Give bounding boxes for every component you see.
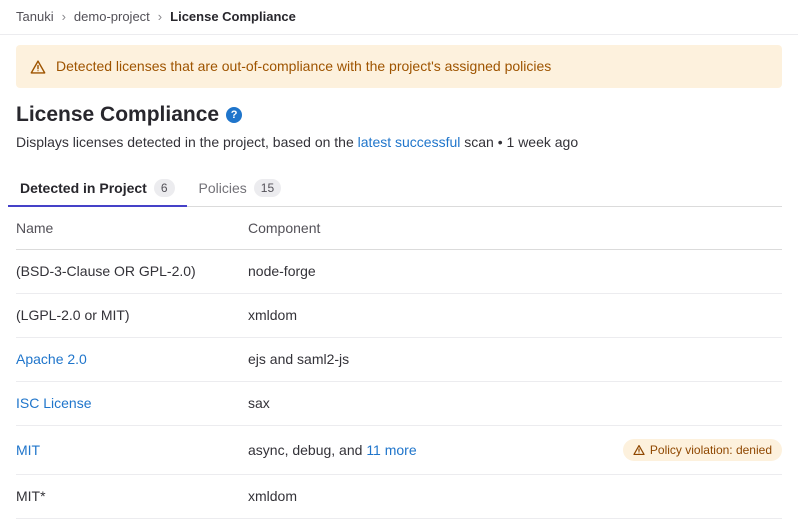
license-name-cell: (LGPL-2.0 or MIT) [16,294,248,338]
component-cell: ejs and saml2-js [248,338,623,382]
component-cell: sax [248,382,623,426]
license-name-cell: ISC License [16,382,248,426]
license-name-cell: MIT* [16,475,248,519]
component-cell: async, debug, and 11 more [248,426,623,475]
column-header-component: Component [248,207,623,250]
license-name-link[interactable]: ISC License [16,395,91,411]
tabs-bar: Detected in Project 6 Policies 15 [8,170,782,207]
license-name-cell: (BSD-3-Clause OR GPL-2.0) [16,250,248,294]
chevron-right-icon: › [62,9,66,25]
license-name-link[interactable]: MIT [16,442,40,458]
table-row: MIT* xmldom [16,475,782,519]
status-cell [623,250,782,294]
warning-triangle-icon [30,59,46,75]
tab-policies[interactable]: Policies 15 [187,170,294,207]
latest-successful-scan-link[interactable]: latest successful [358,134,461,150]
license-name-cell: MIT [16,426,248,475]
chevron-right-icon: › [158,9,162,25]
license-name-link[interactable]: Apache 2.0 [16,351,87,367]
page-description: Displays licenses detected in the projec… [16,132,782,152]
more-components-link[interactable]: 11 more [366,442,416,458]
tab-count-badge: 6 [154,179,175,197]
status-cell [623,475,782,519]
status-cell [623,294,782,338]
table-row: (BSD-3-Clause OR GPL-2.0) node-forge [16,250,782,294]
tab-label: Detected in Project [20,180,147,197]
table-header-row: Name Component [16,207,782,250]
breadcrumb-item-group[interactable]: Tanuki [16,9,54,25]
component-list-text: async, debug, and [248,442,366,458]
help-question-icon[interactable]: ? [226,107,242,123]
table-row: MIT async, debug, and 11 more Pol [16,426,782,475]
tab-label: Policies [199,180,247,197]
status-cell [623,382,782,426]
table-row: (LGPL-2.0 or MIT) xmldom [16,294,782,338]
table-row: Apache 2.0 ejs and saml2-js [16,338,782,382]
compliance-warning-banner: Detected licenses that are out-of-compli… [16,45,782,88]
licenses-table: Name Component (BSD-3-Clause OR GPL-2.0)… [16,207,782,519]
breadcrumb-item-current: License Compliance [170,9,296,25]
description-prefix: Displays licenses detected in the projec… [16,134,358,150]
policy-violation-badge-text: Policy violation: denied [650,442,772,458]
status-cell [623,338,782,382]
column-header-status [623,207,782,250]
page-title-text: License Compliance [16,102,219,127]
component-cell: node-forge [248,250,623,294]
page-title: License Compliance ? [16,102,782,127]
component-cell: xmldom [248,294,623,338]
breadcrumb: Tanuki › demo-project › License Complian… [0,0,798,35]
warning-banner-text: Detected licenses that are out-of-compli… [56,58,551,75]
license-name-cell: Apache 2.0 [16,338,248,382]
breadcrumb-item-project[interactable]: demo-project [74,9,150,25]
column-header-name: Name [16,207,248,250]
status-cell: Policy violation: denied [623,426,782,475]
warning-triangle-icon [633,444,645,456]
tab-detected-in-project[interactable]: Detected in Project 6 [8,170,187,207]
license-compliance-page: Detected licenses that are out-of-compli… [0,45,798,519]
component-cell: xmldom [248,475,623,519]
policy-violation-badge: Policy violation: denied [623,439,782,461]
description-suffix: scan • 1 week ago [460,134,578,150]
tab-count-badge: 15 [254,179,281,197]
table-row: ISC License sax [16,382,782,426]
